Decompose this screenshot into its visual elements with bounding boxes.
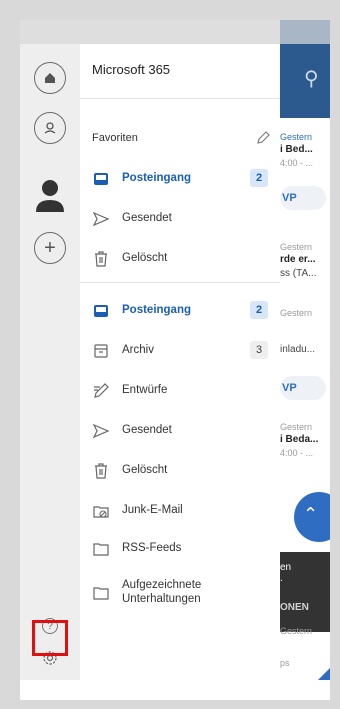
home-icon[interactable] <box>34 62 66 94</box>
favorite-deleted[interactable]: Gelöscht <box>80 244 280 274</box>
inbox-icon <box>92 302 110 320</box>
person-icon[interactable] <box>34 178 66 214</box>
background-mail-list: ⚲ Gestern i Bed... 4:00 - ... VP Gestern… <box>280 44 330 680</box>
app-window: ⚲ Gestern i Bed... 4:00 - ... VP Gestern… <box>20 20 330 700</box>
send-icon <box>92 422 110 440</box>
folder-archive[interactable]: Archiv 3 <box>80 336 280 366</box>
mail-date: Gestern <box>280 308 313 318</box>
folder-inbox[interactable]: Posteingang 2 <box>80 296 280 326</box>
send-icon <box>92 210 110 228</box>
trash-icon <box>92 250 110 268</box>
edit-icon[interactable] <box>255 130 271 146</box>
favorites-label: Favoriten <box>92 132 138 144</box>
folder-recorded-conversations[interactable]: Aufgezeichnete Unterhaltungen <box>80 576 280 610</box>
mail-subject: rde er... <box>280 254 316 265</box>
mail-date: Gestern <box>280 422 313 432</box>
folder-panel: Microsoft 365 Favoriten Posteingang 2 Ge… <box>80 44 280 680</box>
divider <box>80 282 280 283</box>
footer-tab-label: ps <box>280 658 290 668</box>
mail-time: 4:00 - ... <box>280 158 314 168</box>
favorite-inbox[interactable]: Posteingang 2 <box>80 164 280 194</box>
status-bar <box>20 20 330 44</box>
toast: en . ONEN <box>280 552 330 632</box>
toast-action[interactable]: ONEN <box>280 602 330 613</box>
account-name: Microsoft 365 <box>92 62 171 77</box>
mail-subject: i Bed... <box>280 144 313 155</box>
folder-drafts[interactable]: Entwürfe <box>80 376 280 406</box>
rsvp-button[interactable]: VP <box>280 186 326 210</box>
folder-icon <box>92 540 110 558</box>
compose-button[interactable]: ⌃ <box>294 492 330 542</box>
folder-sent[interactable]: Gesendet <box>80 416 280 446</box>
mail-date: Gestern <box>280 132 313 142</box>
folder-icon <box>92 584 110 602</box>
inbox-icon <box>92 170 110 188</box>
settings-highlight <box>32 620 68 656</box>
background-header: ⚲ <box>280 44 330 118</box>
drafts-icon <box>92 382 110 400</box>
mail-subject: i Beda... <box>280 434 319 445</box>
folder-rss[interactable]: RSS-Feeds <box>80 534 280 564</box>
account-icon[interactable] <box>34 112 66 144</box>
add-icon[interactable]: + <box>34 232 66 264</box>
search-icon: ⚲ <box>304 68 319 90</box>
mail-date: Gestern <box>280 242 313 252</box>
junk-icon <box>92 502 110 520</box>
unread-badge: 2 <box>250 169 268 187</box>
divider <box>80 98 280 99</box>
unread-badge: 2 <box>250 301 268 319</box>
mail-preview: ss (TA... <box>280 268 317 279</box>
bottom-bar <box>20 680 330 700</box>
favorite-sent[interactable]: Gesendet <box>80 204 280 234</box>
item-count: 3 <box>250 341 268 359</box>
mail-date: Gestern <box>280 626 313 636</box>
folder-deleted[interactable]: Gelöscht <box>80 456 280 486</box>
account-rail: + ? <box>20 44 80 680</box>
archive-icon <box>92 342 110 360</box>
trash-icon <box>92 462 110 480</box>
rsvp-button[interactable]: VP <box>280 376 326 400</box>
corner-marker <box>318 668 330 680</box>
mail-time: 4:00 - ... <box>280 448 314 458</box>
folder-junk[interactable]: Junk-E-Mail <box>80 496 280 526</box>
mail-preview: inladu... <box>280 344 316 355</box>
